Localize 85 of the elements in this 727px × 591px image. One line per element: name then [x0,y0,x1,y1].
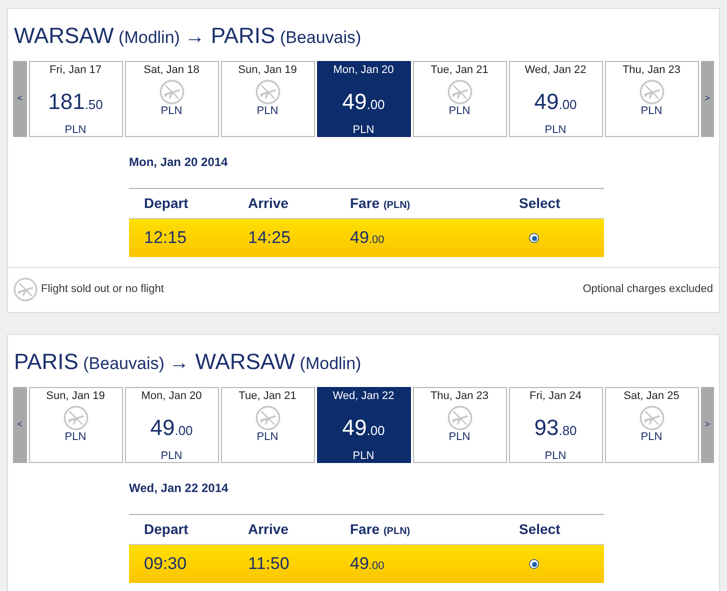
arrive-time: 11:50 [247,553,290,576]
selected-date: Wed, Jan 22 2014 [129,481,230,495]
date-card[interactable]: Sat, Jan 25 PLN [604,387,698,463]
card-price: 49.00 [534,90,577,116]
card-currency: PLN [640,105,662,118]
card-date: Thu, Jan 23 [622,64,681,77]
date-card[interactable]: Mon, Jan 20 49.00 PLN [316,61,410,137]
card-date: Wed, Jan 22 [524,64,586,77]
card-date: Sat, Jan 25 [624,390,680,403]
date-card[interactable]: Fri, Jan 24 93.80 PLN [508,387,602,463]
card-date: Mon, Jan 20 [141,390,202,403]
date-card[interactable]: Mon, Jan 20 49.00 PLN [124,387,218,463]
column-header: Fare (PLN) [349,520,412,539]
no-flight-icon [158,79,184,105]
no-flight-icon [638,79,664,105]
card-date: Sat, Jan 18 [144,64,200,77]
card-date: Mon, Jan 20 [333,64,394,77]
selected-date: Mon, Jan 20 2014 [129,155,229,169]
card-date: Sun, Jan 19 [46,390,105,403]
card-currency: PLN [64,124,86,137]
date-card[interactable]: Sun, Jan 19 PLN [220,61,314,137]
card-currency: PLN [448,105,470,118]
card-currency: PLN [256,105,278,118]
flight-row[interactable]: 09:30 11:50 49.00 [129,545,604,583]
no-flight-icon [254,79,280,105]
card-price: 181.50 [48,90,103,116]
date-card[interactable]: Tue, Jan 21 PLN [412,61,506,137]
no-flight-icon [446,79,472,105]
previous-button[interactable]: < [13,387,26,463]
date-card[interactable]: Tue, Jan 21 PLN [220,387,314,463]
date-card[interactable]: Sat, Jan 18 PLN [124,61,218,137]
fare-price: 49.00 [349,553,386,576]
flight-row[interactable]: 12:15 14:25 49.00 [129,219,604,257]
select-radio[interactable] [529,559,539,569]
card-currency: PLN [544,124,566,137]
fare-price: 49.00 [349,227,386,250]
card-currency: PLN [352,124,374,137]
date-card[interactable]: Wed, Jan 22 49.00 PLN [316,387,410,463]
date-card[interactable]: Thu, Jan 23 PLN [604,61,698,137]
card-date: Thu, Jan 23 [430,390,489,403]
card-date: Tue, Jan 21 [238,390,296,403]
column-header: Arrive [247,194,290,213]
column-header: Fare (PLN) [349,194,412,213]
route-title: WARSAW (Modlin) → PARIS (Beauvais) [13,23,362,50]
column-header: Depart [143,194,190,213]
card-date: Fri, Jan 17 [50,64,102,77]
depart-time: 12:15 [143,227,188,250]
card-currency: PLN [64,431,86,444]
arrive-time: 14:25 [247,227,292,250]
card-date: Tue, Jan 21 [430,64,488,77]
card-date: Fri, Jan 24 [530,390,582,403]
column-header: Select [518,520,560,539]
card-currency: PLN [448,431,470,444]
date-card[interactable]: Thu, Jan 23 PLN [412,387,506,463]
next-button[interactable]: > [700,387,714,463]
route-title: PARIS (Beauvais) → WARSAW (Modlin) [13,349,362,376]
legend-text: Flight sold out or no flight [41,282,164,298]
card-price: 93.80 [534,416,577,442]
select-radio[interactable] [529,233,539,243]
column-header: Depart [143,520,190,539]
no-flight-icon [446,405,472,431]
card-currency: PLN [544,450,566,463]
card-price: 49.00 [342,90,385,116]
date-card[interactable]: Sun, Jan 19 PLN [28,387,122,463]
card-currency: PLN [640,431,662,444]
previous-button[interactable]: < [13,61,26,137]
card-currency: PLN [160,105,182,118]
date-card[interactable]: Fri, Jan 17 181.50 PLN [28,61,122,137]
card-currency: PLN [256,431,278,444]
date-card[interactable]: Wed, Jan 22 49.00 PLN [508,61,602,137]
charges-note: Optional charges excluded [582,282,714,298]
next-button[interactable]: > [700,61,714,137]
no-flight-icon [638,405,664,431]
card-currency: PLN [160,450,182,463]
card-price: 49.00 [342,416,385,442]
no-flight-icon [254,405,280,431]
column-header: Select [518,194,560,213]
card-currency: PLN [352,450,374,463]
column-header: Arrive [247,520,290,539]
no-flight-icon [13,277,38,302]
card-price: 49.00 [150,416,193,442]
card-date: Wed, Jan 22 [332,390,394,403]
depart-time: 09:30 [143,553,188,576]
card-date: Sun, Jan 19 [238,64,297,77]
no-flight-icon [62,405,88,431]
